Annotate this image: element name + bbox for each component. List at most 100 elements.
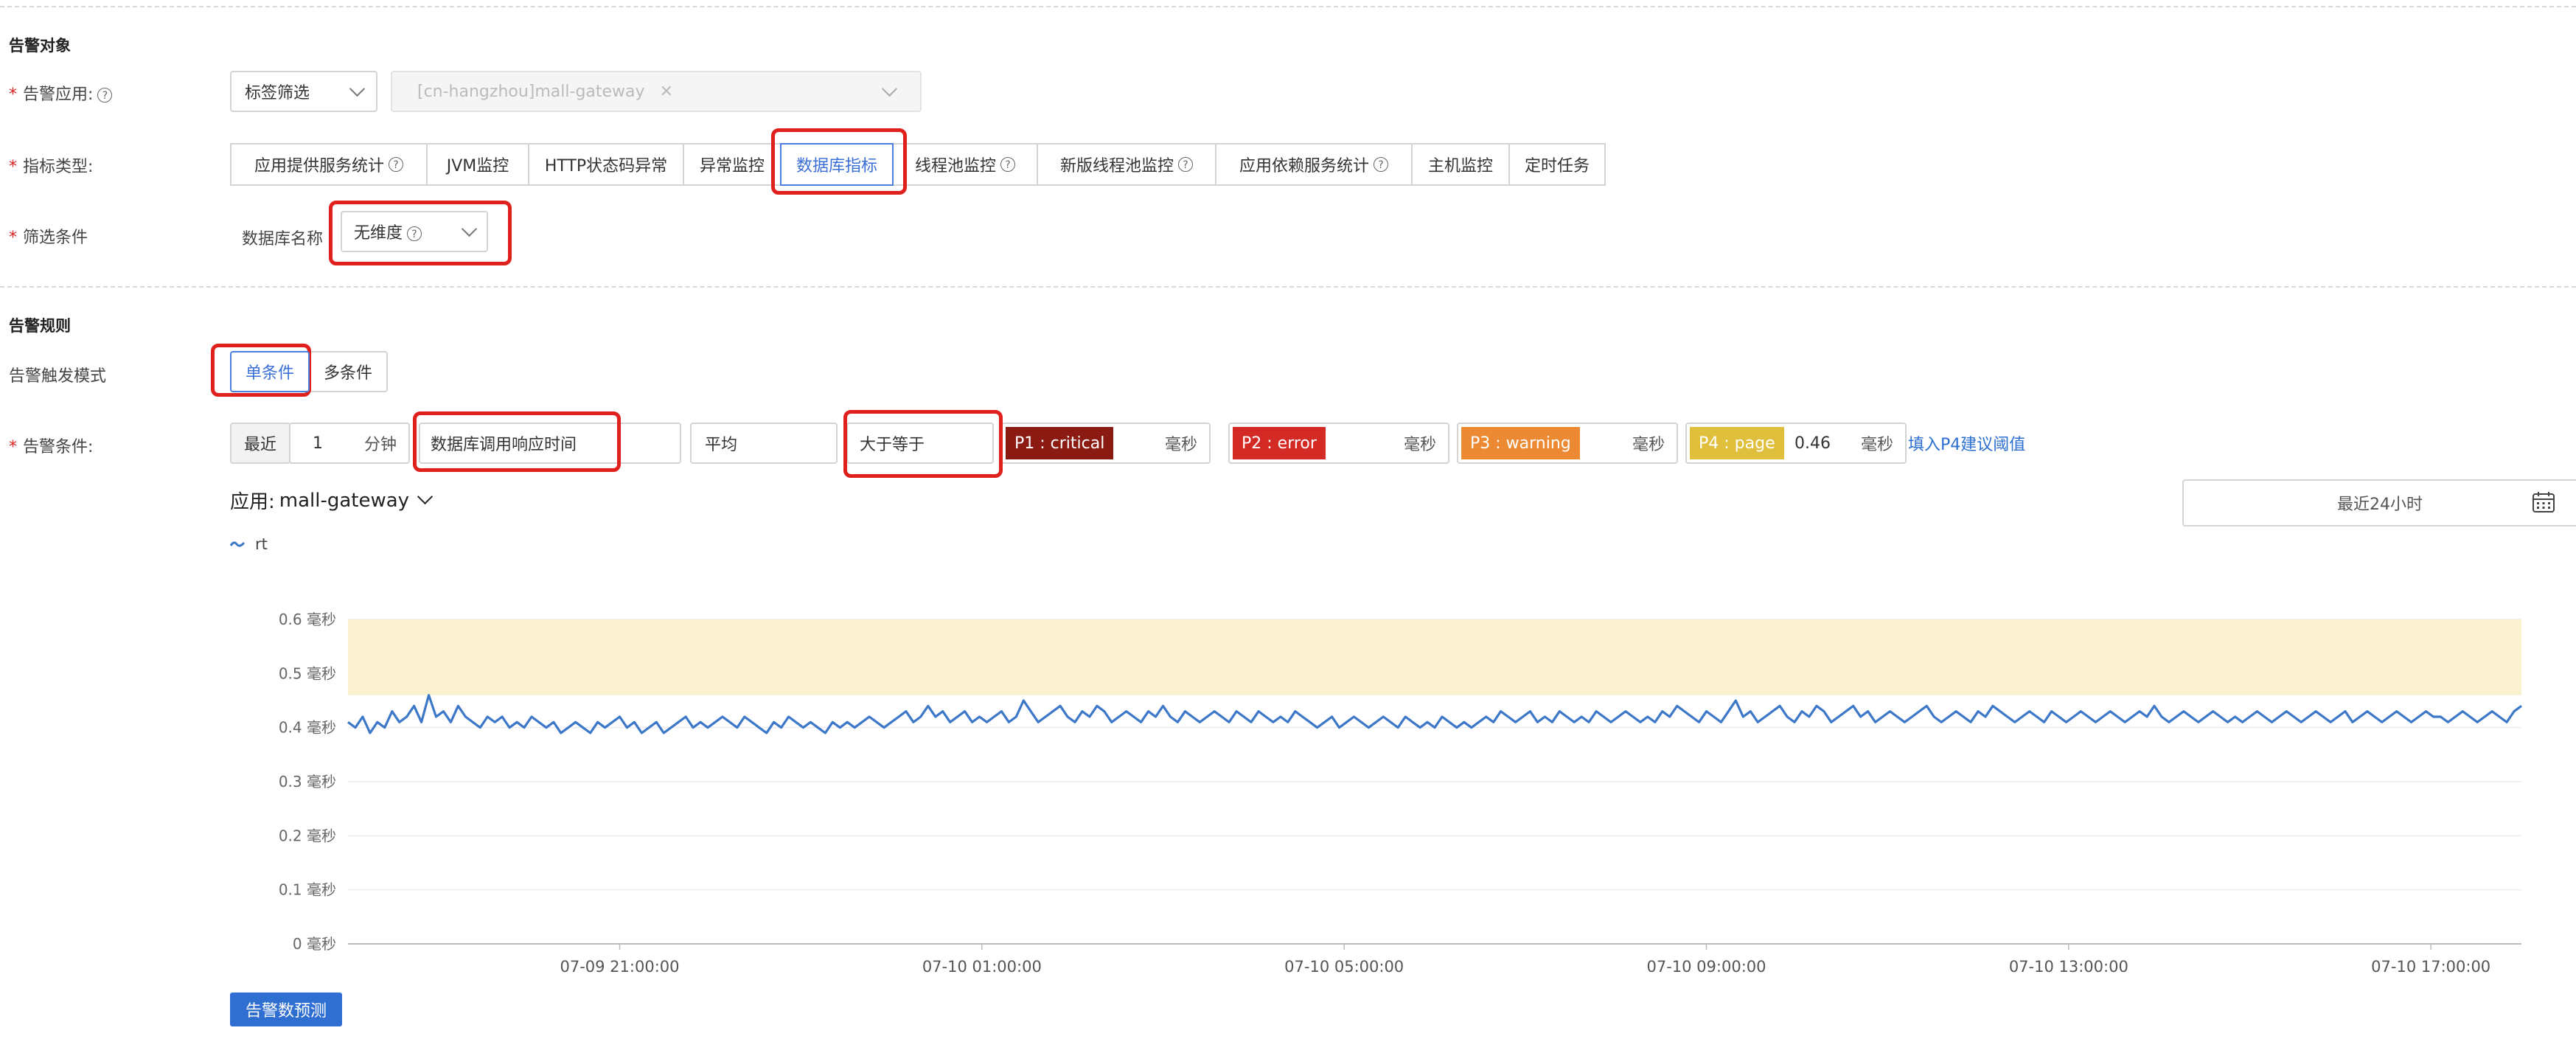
tab-database[interactable]: 数据库指标 (780, 143, 894, 186)
metric-select[interactable]: 数据库调用响应时间 (419, 423, 681, 464)
app-selector-dropdown[interactable]: 标签筛选 (230, 71, 377, 112)
section-title-rules: 告警规则 (9, 317, 71, 335)
tab-jvm[interactable]: JVM监控 (426, 143, 529, 186)
help-icon[interactable]: ? (407, 226, 422, 241)
tab-host[interactable]: 主机监控 (1411, 143, 1510, 186)
legend-label-rt: rt (255, 535, 268, 553)
tab-label: 应用依赖服务统计 (1239, 157, 1369, 176)
calendar-icon[interactable] (2532, 491, 2555, 513)
help-icon[interactable]: ? (389, 157, 403, 172)
metric-type-label: * 指标类型: (9, 153, 93, 177)
close-icon[interactable]: ✕ (660, 83, 673, 101)
tab-label: 主机监控 (1427, 157, 1493, 176)
severity-p3-tag: P3 : warning (1461, 427, 1580, 459)
severity-tag-text: P3 : warning (1470, 434, 1571, 453)
filter-label: * 筛选条件 (9, 224, 88, 248)
trigger-mode-label: 告警触发模式 (9, 367, 107, 386)
required-mark: * (9, 438, 17, 456)
chevron-down-icon (417, 488, 434, 505)
duration-value: 1 (313, 434, 323, 453)
y-tick-label: 0.3 毫秒 (279, 773, 336, 790)
threshold-band (348, 619, 2521, 695)
y-axis: 0 毫秒 0.1 毫秒 0.2 毫秒 0.3 毫秒 0.4 毫秒 0.5 毫秒 0.6 毫秒 (279, 611, 336, 953)
recent-label: 最近 (230, 423, 290, 464)
severity-tag-text: P4 : page (1699, 434, 1775, 453)
required-mark: * (9, 158, 17, 176)
app-label-text: 告警应用: (23, 86, 94, 104)
chart-app-selector[interactable]: 应用: mall-gateway (230, 487, 434, 514)
filter-dimension-value: 无维度 (354, 224, 403, 243)
y-tick-label: 0.5 毫秒 (279, 664, 336, 682)
severity-p4-input[interactable]: P4 : page 0.46 毫秒 (1685, 423, 1907, 464)
tab-new-thread-pool[interactable]: 新版线程池监控? (1037, 143, 1216, 186)
severity-p3-input[interactable]: P3 : warning 毫秒 (1457, 423, 1678, 464)
rt-line-chart: 0 毫秒 0.1 毫秒 0.2 毫秒 0.3 毫秒 0.4 毫秒 0.5 毫秒 0.6 毫秒… (279, 611, 2522, 973)
y-tick-label: 0.4 毫秒 (279, 719, 336, 737)
help-icon[interactable]: ? (97, 88, 113, 102)
aggregation-select[interactable]: 平均 (690, 423, 838, 464)
metric-type-tabs: 应用提供服务统计? JVM监控 HTTP状态码异常 异常监控 数据库指标 线程池… (230, 143, 1606, 186)
duration-unit: 分钟 (363, 436, 397, 454)
tab-app-dependency[interactable]: 应用依赖服务统计? (1215, 143, 1413, 186)
filter-dimension-select[interactable]: 无维度? (341, 211, 488, 252)
severity-unit: 毫秒 (1632, 436, 1665, 454)
severity-tag-text: P1 : critical (1014, 434, 1105, 453)
required-mark: * (9, 86, 17, 104)
top-divider (0, 6, 2576, 7)
fill-p4-threshold-link[interactable]: 填入P4建议阈值 (1908, 423, 2025, 464)
tab-label: 数据库指标 (796, 157, 877, 176)
required-mark: * (9, 229, 17, 247)
tab-label: 异常监控 (699, 157, 765, 176)
tab-label: 线程池监控 (914, 157, 996, 176)
section-divider (0, 286, 2576, 288)
severity-p1-input[interactable]: P1 : critical 毫秒 (1001, 423, 1211, 464)
x-tick-label: 07-10 09:00:00 (1646, 958, 1766, 973)
y-tick-label: 0 毫秒 (293, 935, 336, 953)
x-tick-label: 07-10 17:00:00 (2371, 958, 2490, 973)
severity-p4-value: 0.46 (1795, 434, 1831, 453)
chart-legend[interactable]: rt (230, 535, 268, 553)
tab-thread-pool[interactable]: 线程池监控? (892, 143, 1038, 186)
x-tick-label: 07-09 21:00:00 (560, 958, 679, 973)
severity-unit: 毫秒 (1860, 436, 1893, 454)
duration-input[interactable]: 1 分钟 (289, 423, 410, 464)
app-selector-value: 标签筛选 (245, 84, 310, 102)
threshold-band-rect (348, 619, 2521, 695)
tab-label: JVM监控 (446, 157, 509, 176)
time-range-value: 最近24小时 (2337, 496, 2423, 514)
severity-p2-tag: P2 : error (1233, 427, 1326, 459)
predict-alert-count-button[interactable]: 告警数预测 (230, 993, 342, 1026)
trigger-single-button[interactable]: 单条件 (230, 351, 310, 392)
metric-type-label-text: 指标类型: (23, 158, 94, 176)
help-icon[interactable]: ? (1178, 157, 1193, 172)
severity-unit: 毫秒 (1164, 436, 1197, 454)
x-tick-label: 07-10 01:00:00 (922, 958, 1042, 973)
section-title-target: 告警对象 (9, 37, 71, 55)
comparator-select[interactable]: 大于等于 (846, 423, 994, 464)
tab-http-status[interactable]: HTTP状态码异常 (528, 143, 684, 186)
severity-unit: 毫秒 (1403, 436, 1436, 454)
app-name: mall-gateway (279, 489, 410, 512)
app-label: * 告警应用:? (9, 81, 113, 105)
severity-thresholds: P1 : critical 毫秒 P2 : error 毫秒 P3 : warn… (1001, 423, 2025, 464)
tab-exception[interactable]: 异常监控 (683, 143, 781, 186)
tab-app-service-stats[interactable]: 应用提供服务统计? (230, 143, 428, 186)
severity-p4-tag: P4 : page (1690, 427, 1784, 459)
app-prefix: 应用: (230, 491, 275, 513)
y-tick-label: 0.1 毫秒 (279, 881, 336, 899)
legend-line-icon (230, 541, 245, 547)
severity-p2-input[interactable]: P2 : error 毫秒 (1228, 423, 1449, 464)
y-tick-label: 0.6 毫秒 (279, 611, 336, 628)
time-range-picker[interactable]: 最近24小时 (2182, 479, 2576, 526)
help-icon[interactable]: ? (1374, 157, 1388, 172)
tab-scheduled-task[interactable]: 定时任务 (1508, 143, 1606, 186)
filter-label-text: 筛选条件 (23, 229, 88, 247)
chevron-down-icon (461, 220, 478, 237)
app-multiselect[interactable]: [cn-hangzhou]mall-gateway ✕ (391, 71, 922, 112)
tab-label: 定时任务 (1524, 157, 1590, 176)
trigger-multi-button[interactable]: 多条件 (308, 351, 388, 392)
help-icon[interactable]: ? (1000, 157, 1015, 172)
chevron-down-icon (349, 80, 366, 97)
condition-label-text: 告警条件: (23, 438, 94, 456)
app-selected-tag: [cn-hangzhou]mall-gateway (417, 82, 645, 101)
